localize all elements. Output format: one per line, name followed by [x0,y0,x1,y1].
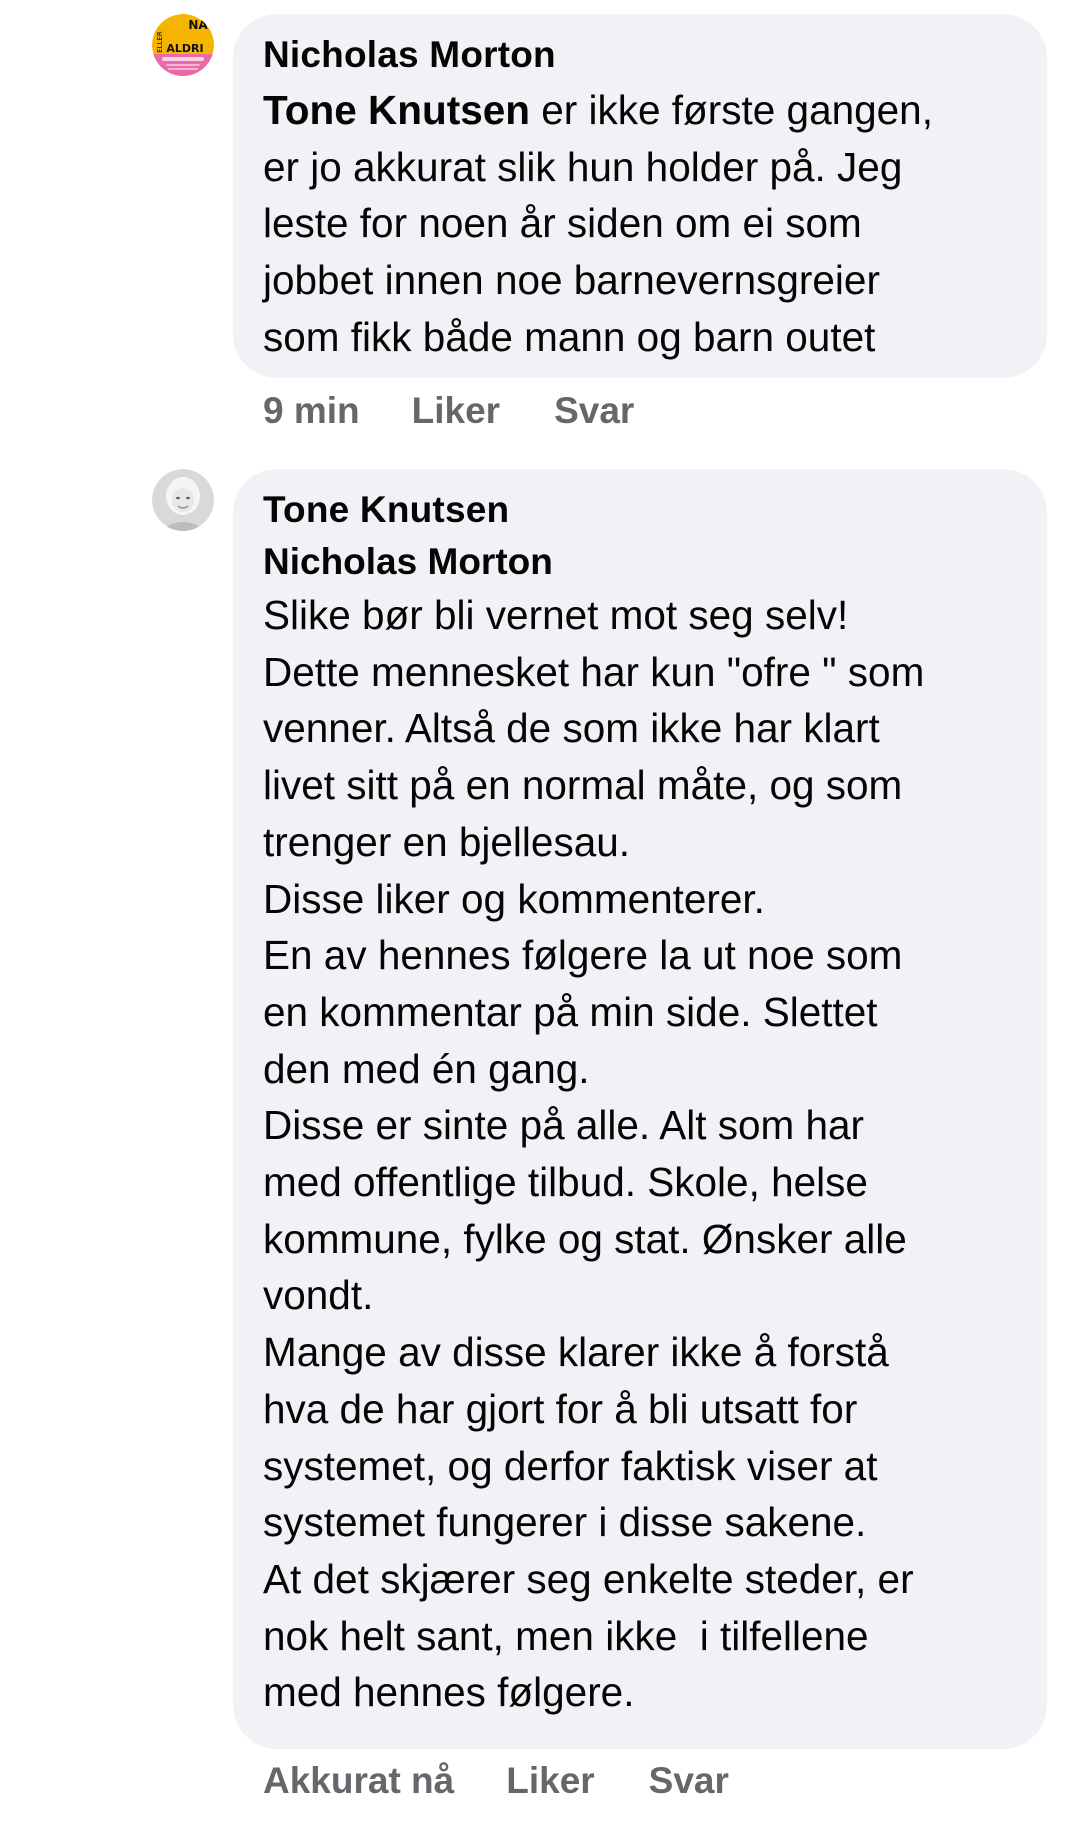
comment-text-line: Disse liker og kommenterer. [263,875,765,922]
like-button[interactable]: Liker [412,390,500,432]
comment-text-line: Dette mennesket har kun "ofre " som [263,648,925,695]
avatar-logo-text-top: NA [188,18,208,32]
comment-text-line: Slike bør bli vernet mot seg selv! [263,592,849,638]
comment-text: Nicholas Morton Slike bør bli vernet mot … [263,537,1017,1721]
reply-button[interactable]: Svar [554,390,634,432]
avatar-logo-text-side: ELLER [156,31,164,53]
comment-text-line: En av hennes følgere la ut noe som [263,932,903,979]
comment-text-line: venner. Altså de som ikke har klart [263,705,880,752]
avatar[interactable] [152,469,214,531]
mention-link[interactable]: Nicholas Morton [263,537,1017,587]
comment-text-line: Mange av disse klarer ikke å forstå [263,1329,889,1376]
comment-text-line: nok helt sant, men ikke i tilfellene [263,1612,869,1659]
comment-timestamp[interactable]: 9 min [263,390,360,432]
comment-timestamp[interactable]: Akkurat nå [263,1760,454,1802]
avatar-photo-icon [152,469,214,531]
comment-bubble: Tone Knutsen Nicholas Morton Slike bør bl… [233,469,1047,1749]
comment-text-line: leste for noen år siden om ei som [263,200,862,247]
comment-text-line: med offentlige tilbud. Skole, helse [263,1159,868,1206]
like-button[interactable]: Liker [506,1760,594,1802]
comment-actions: Akkurat nå Liker Svar [263,1760,729,1802]
avatar[interactable]: NA ELLER ALDRI [152,14,214,76]
comment-text-fragment: er ikke første gangen, [530,87,933,133]
reply-button[interactable]: Svar [649,1760,729,1802]
comment-text: Tone Knutsen er ikke første gangen, er jo… [263,82,1017,366]
comment-text-line: systemet, og derfor faktisk viser at [263,1442,878,1489]
comment-text-line: en kommentar på min side. Slettet [263,988,878,1035]
comment-text-line: systemet fungerer i disse sakene. [263,1499,867,1546]
mention-link[interactable]: Tone Knutsen [263,87,530,133]
comment-bubble: Nicholas Morton Tone Knutsen er ikke før… [233,14,1047,378]
comment-text-line: med hennes følgere. [263,1669,635,1716]
avatar-logo-text-mid: ALDRI [166,42,203,55]
comment-text-line: livet sitt på en normal måte, og som [263,762,903,809]
comment-text-line: er jo akkurat slik hun holder på. Jeg [263,143,903,190]
comment-text-line: den med én gang. [263,1045,590,1092]
comment-author[interactable]: Nicholas Morton [263,30,1017,80]
comment-text-line: vondt. [263,1272,374,1319]
comment-text-line: trenger en bjellesau. [263,818,630,865]
comment-text-line: kommune, fylke og stat. Ønsker alle [263,1215,907,1262]
comment-author[interactable]: Tone Knutsen [263,485,1017,535]
comment-text-line: Tone Knutsen er ikke første gangen, [263,82,1017,139]
comment-text-line: jobbet innen noe barnevernsgreier [263,257,880,304]
comment-text-line: Disse er sinte på alle. Alt som har [263,1102,865,1149]
comment-text-line: At det skjærer seg enkelte steder, er [263,1555,914,1602]
avatar-logo-icon: NA ELLER ALDRI [152,14,214,76]
comment-text-line: som fikk både mann og barn outet [263,313,876,360]
comment-actions: 9 min Liker Svar [263,390,634,432]
comment-text-line: hva de har gjort for å bli utsatt for [263,1385,858,1432]
